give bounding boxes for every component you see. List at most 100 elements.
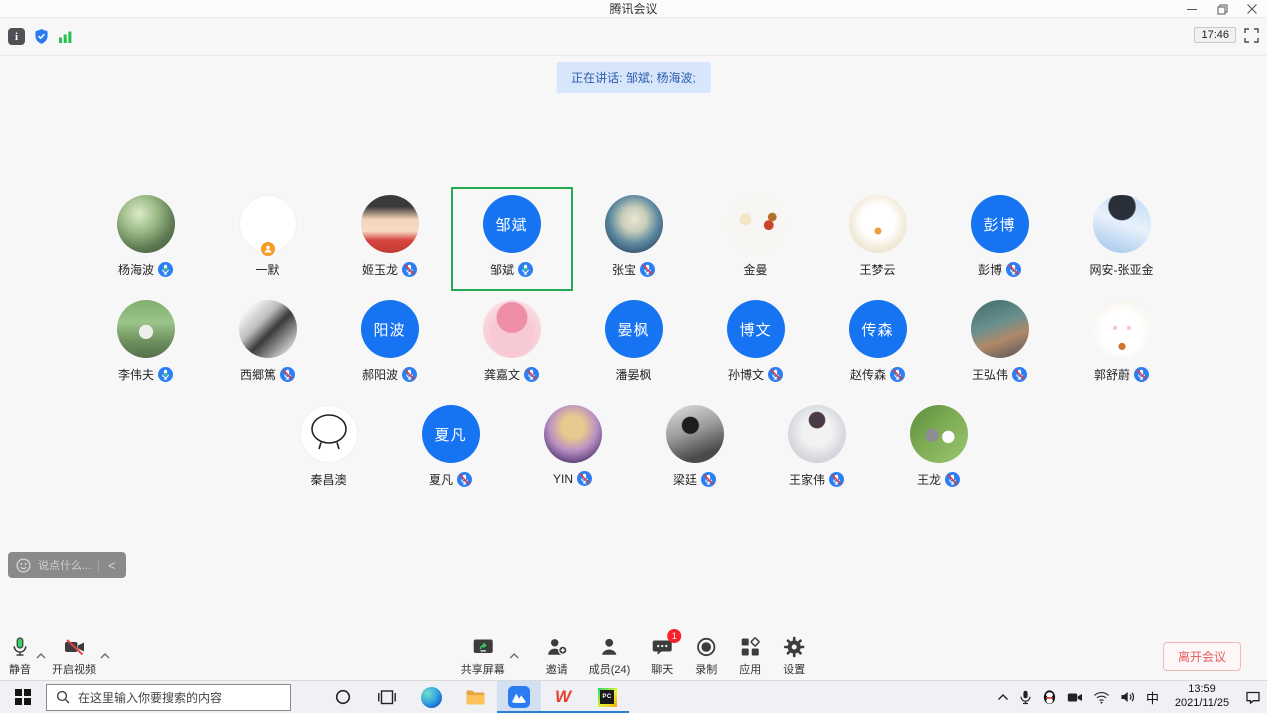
participant-tile[interactable]: 彭博彭博 bbox=[939, 187, 1061, 291]
invite-button[interactable]: 邀请 bbox=[545, 635, 569, 677]
participant-tile[interactable]: 杨海波 bbox=[85, 187, 207, 291]
meeting-topbar: i 17:46 bbox=[0, 19, 1267, 56]
participant-tile[interactable]: 王龙 bbox=[878, 397, 1000, 501]
wifi-icon bbox=[1093, 691, 1110, 704]
info-icon[interactable]: i bbox=[8, 28, 25, 45]
minimize-button[interactable] bbox=[1177, 0, 1207, 18]
participant-name-row: 龚嘉文 bbox=[484, 366, 539, 383]
participant-tile[interactable]: 网安-张亚金 bbox=[1061, 187, 1183, 291]
participant-tile[interactable]: 张宝 bbox=[573, 187, 695, 291]
participant-tile[interactable]: 传森赵传森 bbox=[817, 292, 939, 396]
chat-input-placeholder[interactable]: 说点什么... bbox=[38, 557, 91, 573]
participant-tile[interactable]: 邹斌邹斌 bbox=[451, 187, 573, 291]
network-signal-icon[interactable] bbox=[58, 29, 73, 44]
participant-tile[interactable]: 金曼 bbox=[695, 187, 817, 291]
tray-microphone[interactable] bbox=[1019, 690, 1032, 705]
participant-tile[interactable]: 龚嘉文 bbox=[451, 292, 573, 396]
record-icon bbox=[694, 635, 718, 659]
avatar-wrap bbox=[117, 300, 175, 358]
mic-muted-icon bbox=[1134, 367, 1149, 382]
task-view-button[interactable] bbox=[365, 681, 409, 713]
participant-avatar: 夏凡 bbox=[422, 405, 480, 463]
tray-video-device[interactable] bbox=[1067, 691, 1083, 704]
participant-name: 张宝 bbox=[612, 261, 636, 278]
participant-tile[interactable]: YIN bbox=[512, 397, 634, 501]
pycharm-taskbar-button[interactable]: PC bbox=[585, 681, 629, 713]
settings-button[interactable]: 设置 bbox=[782, 635, 806, 677]
video-options-caret[interactable] bbox=[100, 653, 110, 659]
participant-tile[interactable]: 姬玉龙 bbox=[329, 187, 451, 291]
mute-button[interactable]: 静音 bbox=[8, 635, 32, 677]
participant-avatar bbox=[727, 195, 785, 253]
participant-name-row: 王家伟 bbox=[789, 471, 844, 488]
participant-name-row: 西郷篤 bbox=[240, 366, 295, 383]
participant-tile[interactable]: 王家伟 bbox=[756, 397, 878, 501]
participant-name-row: 秦昌澳 bbox=[310, 471, 346, 488]
participant-tile[interactable]: 夏凡夏凡 bbox=[390, 397, 512, 501]
participant-name: 潘晏枫 bbox=[615, 366, 651, 383]
mute-label: 静音 bbox=[9, 661, 31, 677]
ime-indicator[interactable]: 中 bbox=[1146, 688, 1159, 707]
quick-chat-bar[interactable]: 说点什么... < bbox=[8, 552, 126, 578]
qq-icon bbox=[1042, 689, 1057, 705]
participant-tile[interactable]: 阳波郝阳波 bbox=[329, 292, 451, 396]
mic-on-icon bbox=[158, 262, 173, 277]
edge-button[interactable] bbox=[409, 681, 453, 713]
restore-button[interactable] bbox=[1207, 0, 1237, 18]
emoji-icon[interactable] bbox=[16, 558, 31, 573]
leave-meeting-button[interactable]: 离开会议 bbox=[1163, 642, 1241, 671]
participant-name-row: 一默 bbox=[255, 261, 279, 278]
tray-qq[interactable] bbox=[1042, 689, 1057, 705]
participant-tile[interactable]: 郭舒蔚 bbox=[1061, 292, 1183, 396]
tray-expand-button[interactable] bbox=[997, 693, 1009, 701]
participant-tile[interactable]: 秦昌澳 bbox=[268, 397, 390, 501]
start-video-button[interactable]: 开启视频 bbox=[52, 635, 96, 677]
apps-button[interactable]: 应用 bbox=[738, 635, 762, 677]
participant-tile[interactable]: 李伟夫 bbox=[85, 292, 207, 396]
mic-muted-icon bbox=[402, 262, 417, 277]
avatar-wrap bbox=[1093, 300, 1151, 358]
tencent-meeting-taskbar-button[interactable] bbox=[497, 681, 541, 713]
participant-avatar bbox=[849, 195, 907, 253]
share-options-caret[interactable] bbox=[509, 653, 519, 659]
action-center-button[interactable] bbox=[1245, 690, 1261, 705]
participant-tile[interactable]: 西郷篤 bbox=[207, 292, 329, 396]
participant-name-row: 金曼 bbox=[743, 261, 767, 278]
participant-tile[interactable]: 晏枫潘晏枫 bbox=[573, 292, 695, 396]
participant-tile[interactable]: 王弘伟 bbox=[939, 292, 1061, 396]
participant-tile[interactable]: 王梦云 bbox=[817, 187, 939, 291]
pycharm-icon: PC bbox=[598, 688, 617, 707]
participant-tile[interactable]: 梁廷 bbox=[634, 397, 756, 501]
participant-name: 李伟夫 bbox=[118, 366, 154, 383]
start-button[interactable] bbox=[0, 681, 46, 713]
settings-label: 设置 bbox=[783, 661, 805, 677]
tencent-meeting-window: 腾讯会议 i 17:46 正在讲话: 邹斌; 杨海波; 杨海波一默姬玉龙邹斌邹斌… bbox=[0, 0, 1267, 713]
cortana-button[interactable] bbox=[321, 681, 365, 713]
tray-wifi[interactable] bbox=[1093, 691, 1110, 704]
mute-options-caret[interactable] bbox=[36, 653, 46, 659]
video-device-icon bbox=[1067, 691, 1083, 704]
taskbar-search-input[interactable]: 在这里输入你要搜索的内容 bbox=[46, 684, 291, 711]
tray-volume[interactable] bbox=[1120, 690, 1136, 704]
speaker-icon bbox=[1120, 690, 1136, 704]
chatbar-divider bbox=[98, 559, 99, 572]
shield-icon[interactable] bbox=[33, 28, 50, 45]
chat-button[interactable]: 1 聊天 bbox=[650, 635, 674, 677]
share-screen-label: 共享屏幕 bbox=[461, 661, 505, 677]
participant-tile[interactable]: 一默 bbox=[207, 187, 329, 291]
share-screen-button[interactable]: 共享屏幕 bbox=[461, 635, 505, 677]
participant-name: YIN bbox=[553, 472, 573, 486]
members-button[interactable]: 成员(24) bbox=[589, 635, 631, 677]
close-button[interactable] bbox=[1237, 0, 1267, 18]
avatar-wrap: 传森 bbox=[849, 300, 907, 358]
meeting-status-icons: i bbox=[8, 28, 73, 45]
mic-on-icon bbox=[518, 262, 533, 277]
wps-taskbar-button[interactable]: W bbox=[541, 681, 585, 713]
record-button[interactable]: 录制 bbox=[694, 635, 718, 677]
chatbar-collapse-button[interactable]: < bbox=[106, 559, 118, 572]
taskbar-clock[interactable]: 13:59 2021/11/25 bbox=[1169, 683, 1235, 711]
file-explorer-button[interactable] bbox=[453, 681, 497, 713]
participant-tile[interactable]: 博文孙博文 bbox=[695, 292, 817, 396]
participant-name: 王梦云 bbox=[859, 261, 895, 278]
fullscreen-icon[interactable] bbox=[1244, 28, 1259, 43]
